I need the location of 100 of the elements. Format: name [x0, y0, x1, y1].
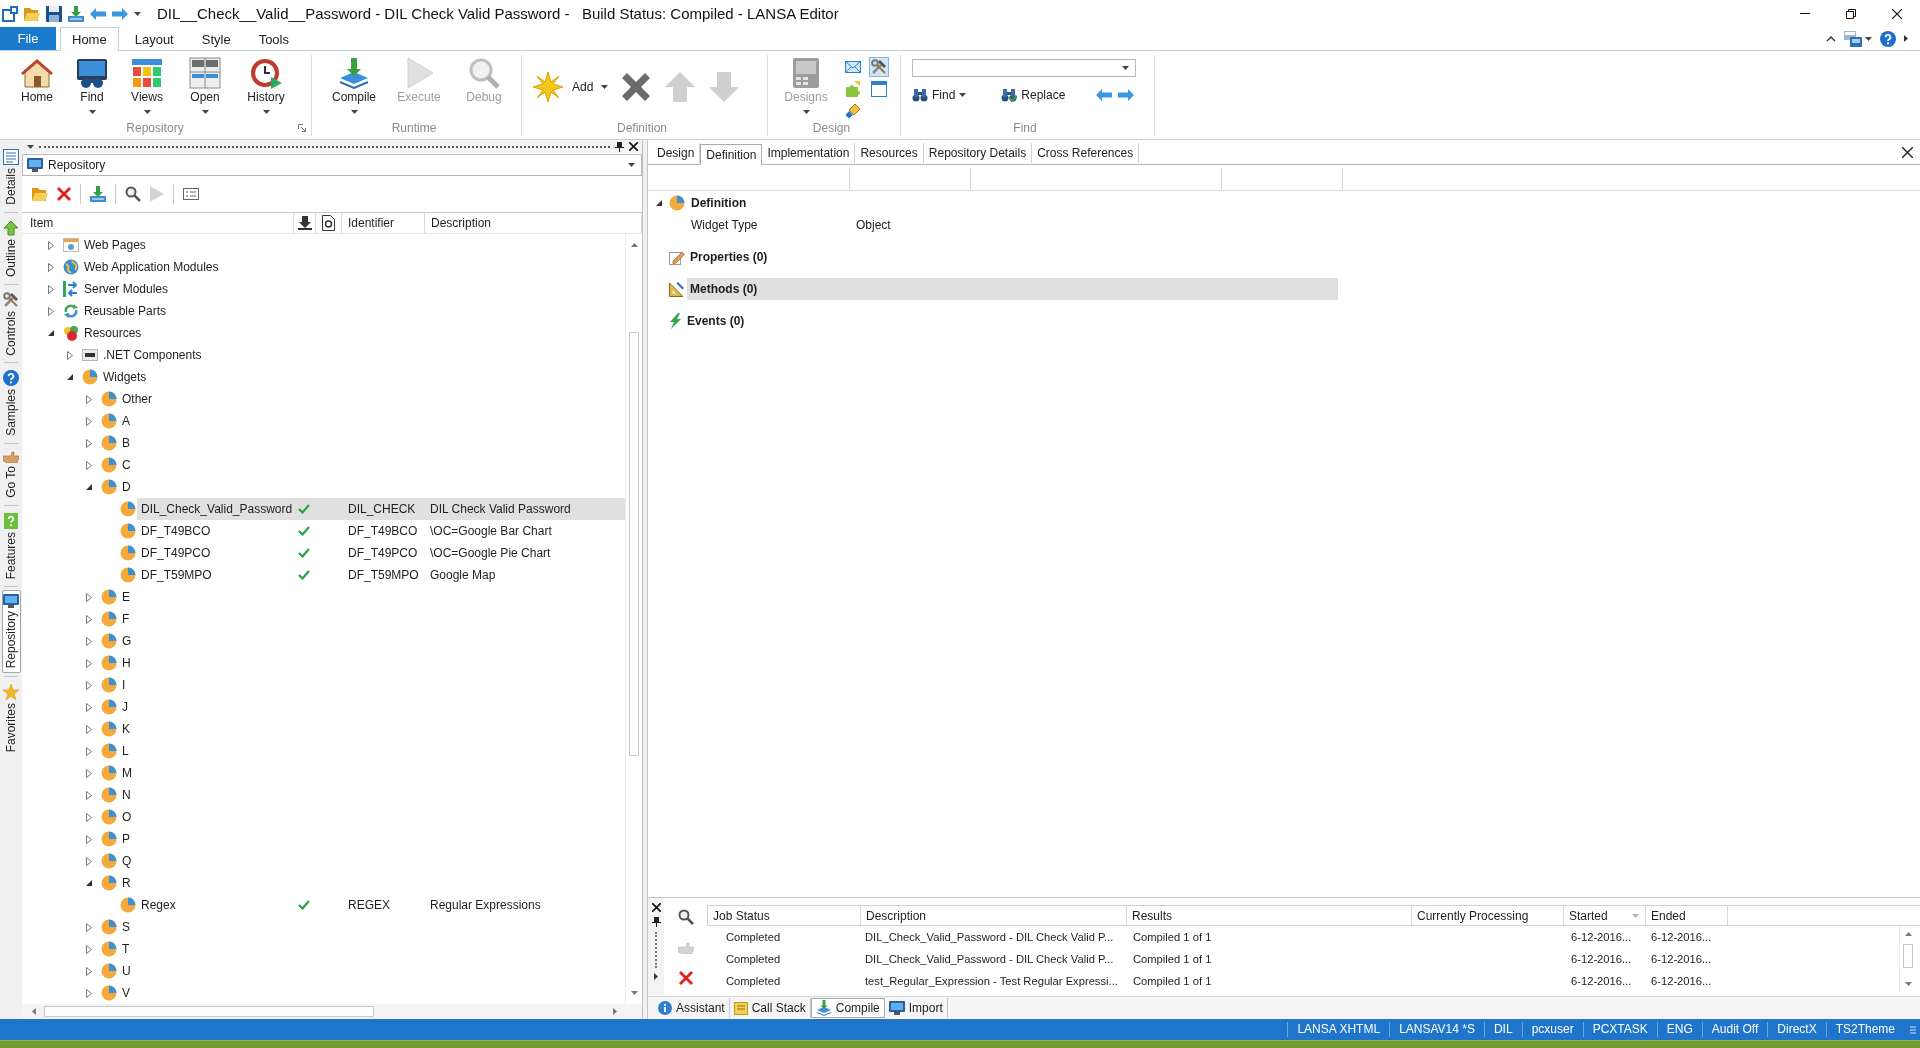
pin-icon[interactable] — [651, 917, 661, 927]
caret-right-icon[interactable] — [1904, 35, 1908, 42]
tree-row[interactable]: N — [118, 784, 625, 806]
tree-row[interactable]: M — [118, 762, 625, 784]
repository-combo[interactable]: Repository — [22, 154, 642, 176]
tree-row[interactable]: DIL_Check_Valid_Password DIL_CHECK DIL Check Valid Password — [137, 498, 625, 520]
side-tab[interactable]: Go To — [1, 447, 21, 502]
tree-row[interactable]: P — [118, 828, 625, 850]
scroll-down-icon[interactable] — [630, 991, 638, 995]
close-icon[interactable] — [1902, 146, 1913, 158]
forward-arrow-icon[interactable] — [1118, 89, 1135, 101]
expander-icon[interactable] — [656, 200, 662, 206]
column-header[interactable]: Description — [861, 906, 1127, 925]
history-button[interactable]: History — [238, 55, 294, 119]
expander-icon[interactable] — [48, 330, 54, 336]
import-icon[interactable] — [90, 186, 106, 202]
editor-tab[interactable]: Implementation — [762, 143, 856, 163]
scroll-down-icon[interactable] — [1904, 982, 1912, 986]
delete-icon[interactable] — [678, 971, 693, 985]
help-icon[interactable] — [1880, 30, 1896, 47]
tree-row[interactable]: C — [118, 454, 625, 476]
open-folder-icon[interactable] — [24, 6, 40, 21]
tree-row[interactable]: G — [118, 630, 625, 652]
ribbon-tab[interactable]: Layout — [122, 28, 186, 50]
scroll-up-icon[interactable] — [1904, 932, 1912, 936]
tree-row[interactable]: Widgets — [99, 366, 625, 388]
column-header[interactable]: Ended — [1646, 906, 1728, 925]
scrollbar-thumb[interactable] — [44, 1006, 374, 1017]
close-icon[interactable] — [651, 903, 661, 912]
brush-icon[interactable] — [843, 101, 863, 121]
column-header[interactable]: Started — [1564, 906, 1646, 925]
tree-row[interactable]: Web Pages — [80, 234, 625, 256]
tree-row[interactable]: Other — [118, 388, 625, 410]
views-button[interactable]: Views — [122, 55, 172, 119]
app-icon[interactable] — [2, 5, 18, 22]
scroll-left-icon[interactable] — [32, 1008, 36, 1015]
expander-icon[interactable] — [86, 880, 92, 886]
scroll-up-icon[interactable] — [630, 243, 638, 247]
panel-tab[interactable]: Call Stack — [729, 997, 811, 1018]
panel-tab[interactable]: Assistant — [654, 997, 730, 1018]
find-button[interactable]: Find — [67, 55, 117, 119]
theme-icon[interactable] — [1844, 30, 1862, 47]
save-icon[interactable] — [46, 5, 62, 22]
add-button[interactable]: Add — [532, 71, 609, 103]
tree-row[interactable]: .NET Components — [99, 344, 625, 366]
editor-tab[interactable]: Cross References — [1032, 143, 1140, 163]
column-header[interactable]: Job Status — [708, 906, 861, 925]
search-icon[interactable] — [677, 909, 694, 925]
editor-tab[interactable]: Repository Details — [923, 143, 1033, 163]
ribbon-tab[interactable]: Tools — [246, 28, 301, 50]
tree-row[interactable]: A — [118, 410, 625, 432]
pin-icon[interactable] — [615, 141, 624, 152]
tree-row[interactable]: F — [118, 608, 625, 630]
window-icon[interactable] — [869, 79, 889, 99]
ribbon-tab[interactable]: Style — [189, 28, 243, 50]
tree-row[interactable]: J — [118, 696, 625, 718]
tools-icon[interactable] — [869, 57, 889, 77]
back-arrow-icon[interactable] — [90, 7, 106, 20]
side-tab[interactable]: Favorites — [1, 679, 21, 756]
side-tab[interactable]: Controls — [1, 287, 21, 360]
tree-row[interactable]: L — [118, 740, 625, 762]
open-folder-icon[interactable] — [32, 187, 48, 201]
caret-icon[interactable] — [1865, 36, 1872, 41]
side-tab[interactable]: Details — [1, 145, 21, 209]
tree-row[interactable]: Resources — [80, 322, 625, 344]
replace-button[interactable]: Replace — [1001, 86, 1066, 104]
scrollbar-thumb[interactable] — [1903, 944, 1913, 968]
ribbon-tab[interactable]: Home — [60, 27, 119, 51]
compile-button[interactable]: Compile — [324, 55, 384, 119]
scrollbar-thumb[interactable] — [629, 332, 639, 756]
file-tab[interactable]: File — [0, 27, 56, 50]
tree-row[interactable]: Q — [118, 850, 625, 872]
tree-row[interactable]: DF_T49BCO DF_T49BCO \OC=Google Bar Chart — [137, 520, 625, 542]
tree-row[interactable]: O — [118, 806, 625, 828]
home-button[interactable]: Home — [12, 55, 62, 119]
dialog-launcher-icon[interactable] — [298, 123, 306, 132]
tree-row[interactable]: T — [118, 938, 625, 960]
cross-icon[interactable] — [620, 71, 653, 103]
column-header[interactable]: Results — [1127, 906, 1412, 925]
tree-row[interactable]: Web Application Modules — [80, 256, 625, 278]
page-gear-icon[interactable] — [322, 215, 335, 231]
member-row[interactable]: Methods (0) — [687, 278, 1338, 300]
tree-row[interactable]: Regex REGEX Regular Expressions — [137, 894, 625, 916]
column-header[interactable]: Item — [24, 213, 294, 233]
tree-row[interactable]: B — [118, 432, 625, 454]
editor-tab[interactable]: Resources — [855, 143, 924, 163]
member-row[interactable]: Events (0) — [684, 310, 1335, 332]
caret-icon[interactable] — [27, 144, 34, 149]
column-header[interactable]: Description — [425, 213, 642, 233]
side-tab[interactable]: Repository — [1, 590, 21, 673]
tree-row[interactable]: D — [118, 476, 625, 498]
tree-row[interactable]: E — [118, 586, 625, 608]
download-icon[interactable] — [297, 216, 312, 230]
panel-tab[interactable]: Import — [884, 997, 948, 1018]
tree-row[interactable]: DF_T59MPO DF_T59MPO Google Map — [137, 564, 625, 586]
tree-row[interactable]: H — [118, 652, 625, 674]
open-button[interactable]: Open — [177, 55, 233, 119]
column-header[interactable]: Currently Processing — [1412, 906, 1564, 925]
forward-arrow-icon[interactable] — [112, 7, 128, 20]
tree-row[interactable]: Reusable Parts — [80, 300, 625, 322]
